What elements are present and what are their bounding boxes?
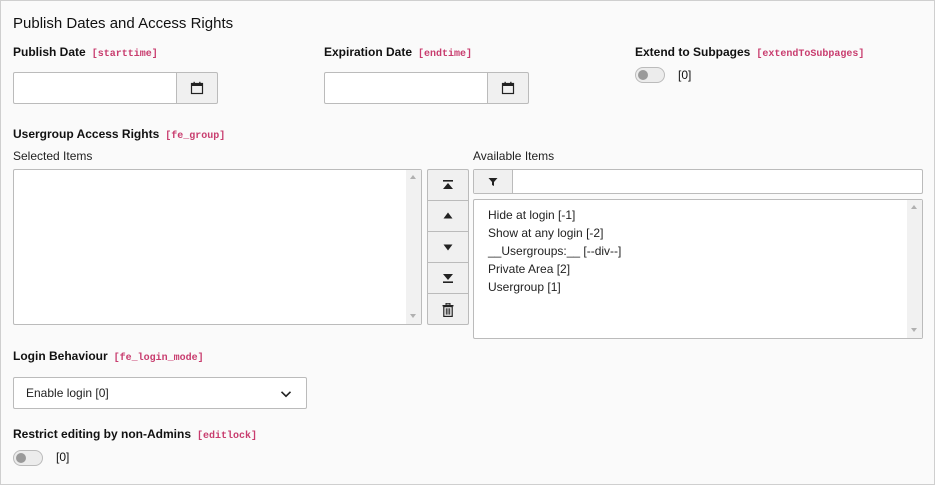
trash-icon [442, 302, 454, 317]
restrict-editing-toggle[interactable] [13, 450, 43, 466]
login-behaviour-label: Login Behaviour [fe_login_mode] [13, 349, 204, 364]
available-items-list[interactable]: Hide at login [-1] Show at any login [-2… [473, 199, 923, 339]
publish-date-key: [starttime] [91, 49, 158, 60]
publish-date-input[interactable] [13, 72, 177, 104]
calendar-icon [190, 81, 204, 95]
login-behaviour-key: [fe_login_mode] [113, 353, 204, 364]
scroll-down-arrow[interactable] [410, 314, 416, 318]
restrict-editing-key: [editlock] [197, 431, 258, 442]
move-up-button[interactable] [428, 201, 468, 232]
extend-subpages-label: Extend to Subpages [extendToSubpages] [635, 45, 864, 60]
usergroup-label: Usergroup Access Rights [fe_group] [13, 127, 225, 142]
move-to-top-icon [443, 180, 453, 189]
expiration-date-label: Expiration Date [endtime] [324, 45, 472, 60]
login-behaviour-select[interactable]: Enable login [0] [13, 377, 307, 409]
publish-date-label-text: Publish Date [13, 45, 86, 59]
extend-subpages-value: [0] [678, 68, 692, 82]
publish-date-calendar-button[interactable] [176, 72, 218, 104]
expiration-date-input[interactable] [324, 72, 488, 104]
login-behaviour-label-text: Login Behaviour [13, 349, 108, 363]
expiration-date-calendar-button[interactable] [487, 72, 529, 104]
filter-input[interactable] [514, 170, 921, 193]
available-item[interactable]: Hide at login [-1] [488, 208, 575, 222]
available-item[interactable]: __Usergroups:__ [--div--] [488, 244, 621, 258]
scroll-up-arrow[interactable] [911, 205, 917, 209]
available-items-filter [473, 169, 923, 194]
publish-date-label: Publish Date [starttime] [13, 45, 158, 60]
extend-subpages-key: [extendToSubpages] [756, 49, 865, 60]
calendar-icon [501, 81, 515, 95]
available-item[interactable]: Private Area [2] [488, 262, 570, 276]
toggle-knob [638, 70, 648, 80]
selected-items-list[interactable] [13, 169, 422, 325]
form-panel: Publish Dates and Access Rights Publish … [0, 0, 935, 485]
delete-selected-button[interactable] [428, 294, 468, 325]
expiration-date-label-text: Expiration Date [324, 45, 413, 59]
available-item[interactable]: Show at any login [-2] [488, 226, 603, 240]
usergroup-label-text: Usergroup Access Rights [13, 127, 160, 141]
available-items-scrollbar[interactable] [907, 200, 922, 338]
move-to-top-button[interactable] [428, 170, 468, 201]
expiration-date-key: [endtime] [418, 49, 473, 60]
move-up-icon [443, 212, 453, 219]
move-down-button[interactable] [428, 232, 468, 263]
login-behaviour-value: Enable login [0] [26, 386, 109, 400]
available-items-label: Available Items [473, 149, 555, 163]
move-to-bottom-button[interactable] [428, 263, 468, 294]
selected-items-scrollbar[interactable] [406, 170, 421, 324]
move-buttons-group [427, 169, 469, 325]
move-down-icon [443, 244, 453, 251]
restrict-editing-label: Restrict editing by non-Admins [editlock] [13, 427, 257, 442]
section-title: Publish Dates and Access Rights [13, 15, 234, 32]
toggle-knob [16, 453, 26, 463]
restrict-editing-value: [0] [56, 450, 70, 464]
filter-addon [474, 170, 513, 193]
selected-items-label: Selected Items [13, 149, 93, 163]
chevron-down-icon [280, 391, 292, 398]
scroll-up-arrow[interactable] [410, 175, 416, 179]
filter-icon [488, 177, 498, 186]
restrict-editing-label-text: Restrict editing by non-Admins [13, 427, 192, 441]
scroll-down-arrow[interactable] [911, 328, 917, 332]
extend-subpages-label-text: Extend to Subpages [635, 45, 751, 59]
available-item[interactable]: Usergroup [1] [488, 280, 561, 294]
move-to-bottom-icon [443, 274, 453, 283]
extend-subpages-toggle[interactable] [635, 67, 665, 83]
usergroup-key: [fe_group] [165, 131, 226, 142]
